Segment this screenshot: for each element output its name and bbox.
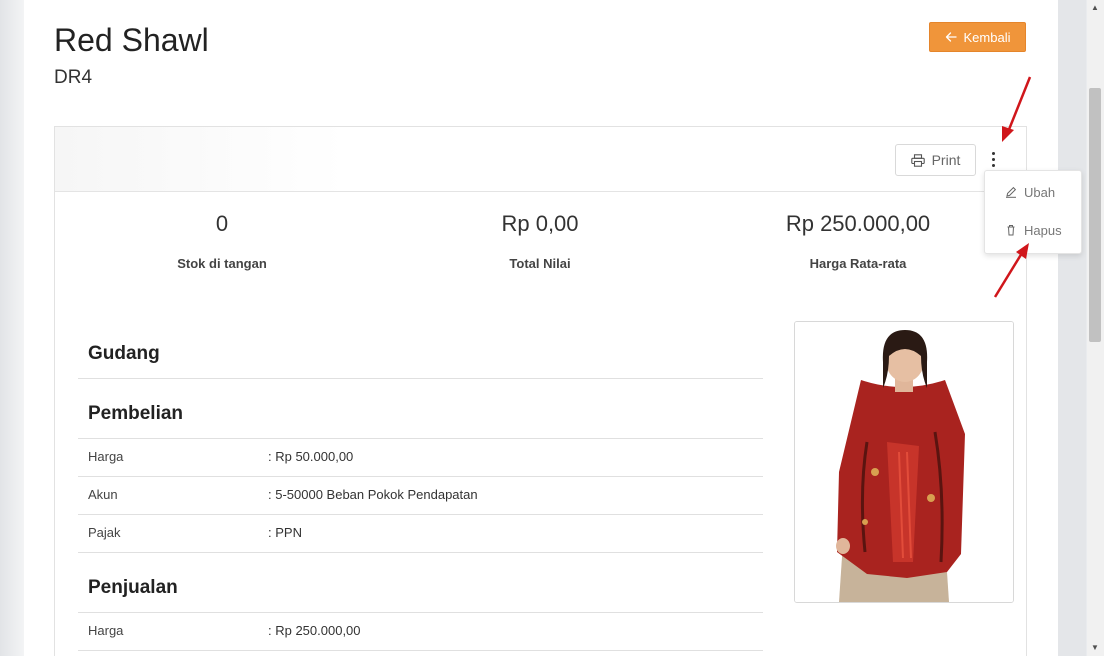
back-button-label: Kembali	[963, 29, 1011, 45]
card-header: Print	[55, 127, 1026, 192]
stat-label: Stok di tangan	[177, 256, 267, 271]
stat-label: Harga Rata-rata	[809, 256, 907, 271]
scroll-up-icon[interactable]: ▲	[1091, 4, 1099, 12]
stat-label: Total Nilai	[509, 256, 571, 271]
page-title: Red Shawl	[54, 22, 209, 58]
vertical-scrollbar[interactable]: ▲ ▼	[1087, 0, 1104, 656]
stat-value: Rp 250.000,00	[785, 211, 931, 236]
menu-item-label: Ubah	[1024, 184, 1056, 200]
section-title-purchase: Pembelian	[88, 403, 184, 424]
print-button-label: Print	[931, 152, 961, 168]
more-vertical-icon[interactable]	[985, 147, 1001, 171]
stat-value: Rp 0,00	[501, 211, 579, 236]
divider	[78, 438, 763, 439]
print-button[interactable]: Print	[895, 144, 976, 176]
product-image	[794, 321, 1014, 603]
product-code: DR4	[54, 67, 93, 88]
section-title-warehouse: Gudang	[88, 343, 160, 364]
menu-item-delete[interactable]: Hapus	[985, 212, 1081, 248]
printer-icon	[910, 153, 925, 167]
arrow-left-icon	[945, 32, 957, 42]
purchase-tax-value: : PPN	[268, 525, 302, 540]
divider	[78, 650, 763, 651]
purchase-price-label: Harga	[88, 449, 124, 464]
section-title-sales: Penjualan	[88, 577, 178, 598]
pencil-icon	[1006, 186, 1017, 198]
divider	[78, 552, 763, 553]
divider	[78, 378, 763, 379]
stat-total-value: Rp 0,00 Total Nilai	[420, 211, 660, 271]
purchase-account-label: Akun	[88, 487, 118, 502]
sales-price-label: Harga	[88, 623, 124, 638]
scroll-down-icon[interactable]: ▼	[1091, 644, 1099, 652]
purchase-account-value: : 5-50000 Beban Pokok Pendapatan	[268, 487, 478, 502]
divider	[78, 476, 763, 477]
menu-item-edit[interactable]: Ubah	[985, 174, 1081, 210]
trash-icon	[1007, 225, 1015, 236]
divider	[78, 514, 763, 515]
left-gutter	[0, 0, 24, 656]
scroll-thumb[interactable]	[1089, 88, 1101, 342]
actions-dropdown-menu: Ubah Hapus	[984, 170, 1082, 254]
sales-price-value: : Rp 250.000,00	[268, 623, 361, 638]
right-gutter	[1058, 0, 1086, 656]
purchase-tax-label: Pajak	[88, 525, 121, 540]
back-button[interactable]: Kembali	[929, 22, 1026, 52]
menu-item-label: Hapus	[1024, 222, 1062, 238]
stat-average-price: Rp 250.000,00 Harga Rata-rata	[738, 211, 978, 271]
stat-value: 0	[215, 211, 229, 236]
divider	[78, 612, 763, 613]
purchase-price-value: : Rp 50.000,00	[268, 449, 354, 464]
stat-stock-on-hand: 0 Stok di tangan	[102, 211, 342, 271]
